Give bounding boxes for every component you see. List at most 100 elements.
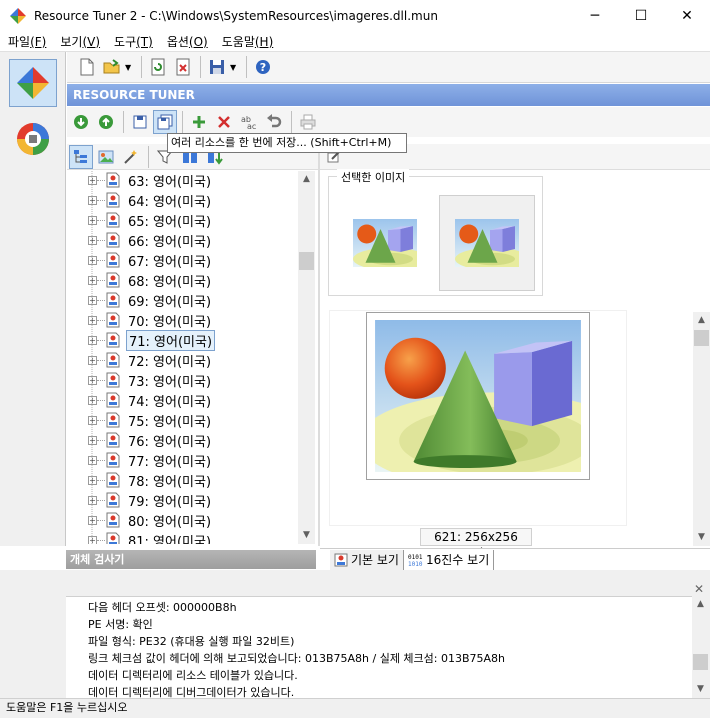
print-button[interactable] — [296, 110, 320, 134]
resource-tree[interactable]: +63: 영어(미국)+64: 영어(미국)+65: 영어(미국)+66: 영어… — [67, 171, 298, 544]
save-resource-button[interactable] — [128, 110, 152, 134]
tree-item[interactable]: +81: 영어(미국) — [67, 530, 213, 544]
close-file-icon — [176, 58, 190, 76]
resource-item-icon — [106, 432, 120, 448]
tree-connector — [97, 199, 105, 201]
tree-connector — [97, 279, 105, 281]
rename-resource-button[interactable]: ab ac — [237, 110, 261, 134]
new-file-icon — [80, 58, 94, 76]
scanner-view-button[interactable] — [9, 115, 57, 163]
info-scrollbar[interactable]: ▲ ▼ — [692, 596, 709, 698]
resource-item-icon — [106, 212, 120, 228]
toolbar-separator — [148, 145, 149, 168]
thumbnail-2[interactable] — [439, 195, 535, 291]
close-panel-icon[interactable]: ✕ — [694, 582, 704, 596]
move-up-button[interactable] — [94, 110, 118, 134]
tree-item[interactable]: +68: 영어(미국) — [67, 270, 213, 290]
add-resource-button[interactable] — [187, 110, 211, 134]
close-file-button[interactable] — [171, 55, 195, 79]
tree-item[interactable]: +66: 영어(미국) — [67, 230, 213, 250]
tree-view-button[interactable] — [69, 144, 93, 169]
info-line: 데이터 디렉터리에 리소스 테이블가 있습니다. — [88, 669, 298, 682]
tree-item[interactable]: +78: 영어(미국) — [67, 470, 213, 490]
menu-help[interactable]: 도움말(H) — [216, 33, 280, 50]
resource-diamond-icon — [17, 67, 49, 99]
filter-wizard-button[interactable] — [119, 145, 143, 169]
resource-item-icon — [106, 532, 120, 544]
tree-item-label: 74: 영어(미국) — [128, 394, 212, 410]
tree-item[interactable]: +73: 영어(미국) — [67, 370, 213, 390]
svg-text:ac: ac — [247, 122, 256, 130]
tree-item[interactable]: +80: 영어(미국) — [67, 510, 213, 530]
tree-item[interactable]: +75: 영어(미국) — [67, 410, 213, 430]
reload-button[interactable] — [146, 55, 170, 79]
save-button[interactable] — [205, 55, 229, 79]
tab-hex-view[interactable]: 0101 1010 16진수 보기 — [404, 549, 495, 570]
scroll-down-arrow[interactable]: ▼ — [693, 529, 710, 546]
scroll-thumb[interactable] — [693, 654, 708, 670]
image-size-label: 621: 256x256 32b — [420, 528, 532, 560]
image-view-button[interactable] — [94, 145, 118, 169]
scroll-up-arrow[interactable]: ▲ — [298, 171, 315, 188]
tree-item[interactable]: +65: 영어(미국) — [67, 210, 213, 230]
scroll-up-arrow[interactable]: ▲ — [693, 312, 710, 329]
delete-resource-button[interactable] — [212, 110, 236, 134]
save-dropdown-icon[interactable]: ▼ — [230, 63, 238, 72]
scroll-down-arrow[interactable]: ▼ — [298, 527, 315, 544]
toolbar-separator — [182, 111, 183, 133]
tree-item[interactable]: +70: 영어(미국) — [67, 310, 213, 330]
tree-connector — [97, 519, 105, 521]
resource-tuner-view-button[interactable] — [9, 59, 57, 107]
tree-item-label: 72: 영어(미국) — [128, 354, 212, 370]
open-dropdown-icon[interactable]: ▼ — [125, 63, 133, 72]
resource-item-icon — [106, 372, 120, 388]
tree-item[interactable]: +72: 영어(미국) — [67, 350, 213, 370]
menu-file[interactable]: 파일(F) — [2, 33, 52, 50]
tree-item[interactable]: +67: 영어(미국) — [67, 250, 213, 270]
info-line: 파일 형식: PE32 (휴대용 실행 파일 32비트) — [88, 635, 295, 648]
tree-item[interactable]: +69: 영어(미국) — [67, 290, 213, 310]
tree-item[interactable]: +71: 영어(미국) — [67, 329, 216, 351]
resource-item-icon — [106, 512, 120, 528]
menu-options[interactable]: 옵션(O) — [161, 33, 214, 50]
tree-item-label: 76: 영어(미국) — [128, 434, 212, 450]
help-button[interactable]: ? — [251, 55, 275, 79]
tree-item-label: 75: 영어(미국) — [128, 414, 212, 430]
scroll-down-arrow[interactable]: ▼ — [692, 681, 709, 698]
tree-item[interactable]: +76: 영어(미국) — [67, 430, 213, 450]
inspector-info-box: 다음 헤더 오프셋: 000000B8h PE 서명: 확인 파일 형식: PE… — [66, 596, 692, 698]
delete-x-icon — [218, 116, 230, 128]
close-button[interactable]: ✕ — [664, 0, 710, 31]
save-resource-icon — [133, 115, 147, 129]
scroll-up-arrow[interactable]: ▲ — [692, 596, 709, 613]
tree-connector — [97, 479, 105, 481]
scroll-thumb[interactable] — [299, 252, 314, 270]
new-file-button[interactable] — [75, 55, 99, 79]
tree-item[interactable]: +64: 영어(미국) — [67, 190, 213, 210]
preview-scrollbar[interactable]: ▲ ▼ — [693, 312, 710, 546]
tree-item[interactable]: +63: 영어(미국) — [67, 171, 213, 190]
tree-scrollbar[interactable]: ▲ ▼ — [298, 171, 315, 544]
undo-button[interactable] — [262, 110, 286, 134]
arrow-down-circle-icon — [74, 115, 88, 129]
save-multiple-resources-button[interactable] — [153, 110, 177, 134]
tree-item[interactable]: +77: 영어(미국) — [67, 450, 213, 470]
maximize-button[interactable]: ☐ — [618, 0, 664, 31]
open-file-button[interactable] — [100, 55, 124, 79]
move-down-button[interactable] — [69, 110, 93, 134]
tree-item[interactable]: +74: 영어(미국) — [67, 390, 213, 410]
selected-images-legend: 선택한 이미지 — [337, 169, 410, 185]
tab-basic-view[interactable]: 기본 보기 — [330, 549, 404, 570]
tree-item[interactable]: +79: 영어(미국) — [67, 490, 213, 510]
tree-item-label: 78: 영어(미국) — [128, 474, 212, 490]
tree-connector — [97, 179, 105, 181]
menu-tools[interactable]: 도구(T) — [108, 33, 159, 50]
thumbnail-1[interactable] — [337, 195, 433, 291]
menu-view[interactable]: 보기(V) — [54, 33, 106, 50]
resource-item-icon — [106, 172, 120, 188]
tree-connector — [97, 399, 105, 401]
scroll-thumb[interactable] — [694, 330, 709, 346]
tab-hex-view-label: 16진수 보기 — [425, 553, 490, 567]
resource-item-icon — [106, 312, 120, 328]
minimize-button[interactable]: ─ — [572, 0, 618, 31]
